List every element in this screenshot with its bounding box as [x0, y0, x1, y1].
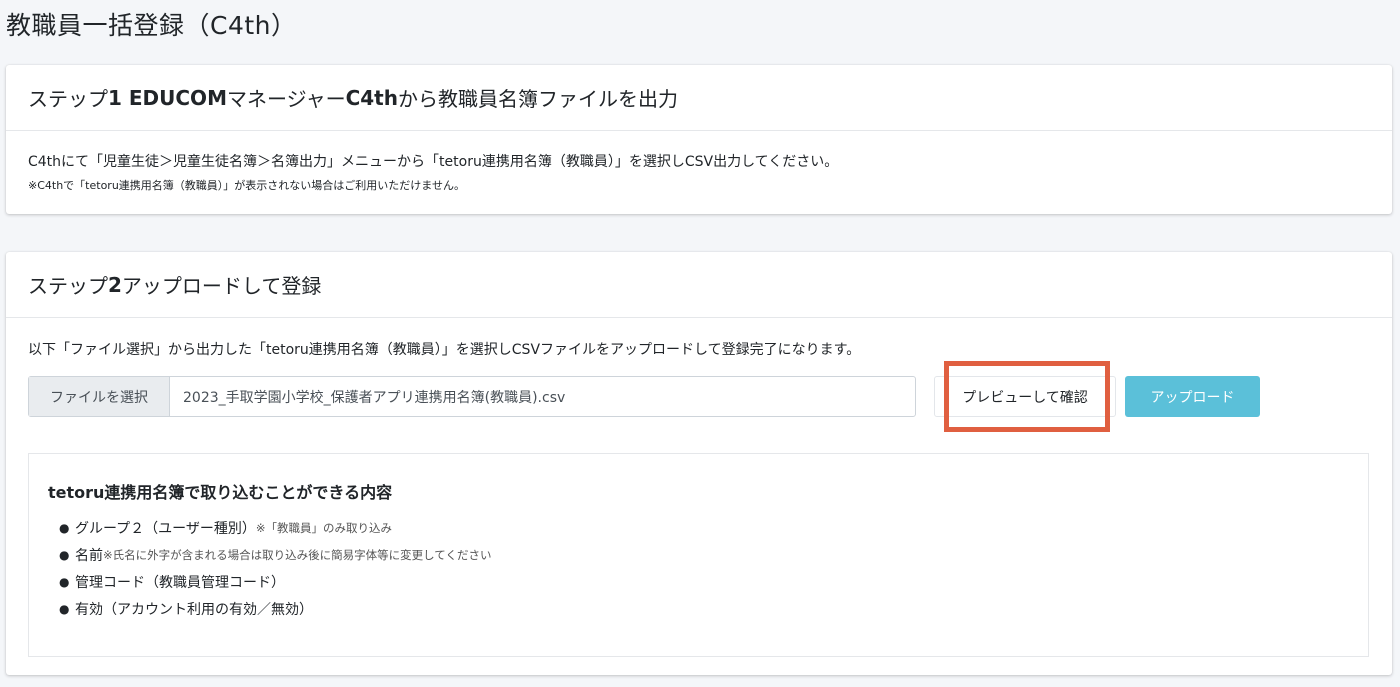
step1-card: ステップ 1 EDUCOM マネージャー C4th から教職員名簿ファイルを出力 C4t… [6, 65, 1392, 214]
bullet-icon: ● [59, 601, 70, 616]
step1-header-suffix: から教職員名簿ファイルを出力 [397, 87, 678, 111]
bullet-icon: ● [59, 574, 70, 589]
step1-note: ※C4thで「tetoru連携用名簿（教職員）」が表示されない場合はご利用いただ… [28, 179, 465, 192]
bullet-icon: ● [59, 547, 70, 562]
step1-header-bold: 1 EDUCOM [108, 85, 227, 110]
info-list: ● グループ２（ユーザー種別） ※「教職員」のみ取り込み ● 名前 ※氏名に外字… [59, 514, 491, 622]
upload-button[interactable]: アップロード [1125, 376, 1260, 417]
step1-header-middle: マネージャー [226, 87, 346, 111]
step2-header-suffix: アップロードして登録 [121, 274, 322, 298]
info-item-valid: ● 有効（アカウント利用の有効／無効） [59, 595, 491, 622]
info-item-code: ● 管理コード（教職員管理コード） [59, 568, 491, 595]
info-item-note: ※氏名に外字が含まれる場合は取り込み後に簡易字体等に変更してください [103, 547, 492, 562]
step2-description: 以下「ファイル選択」から出力した「tetoru連携用名簿（教職員）」を選択しCS… [28, 342, 861, 358]
info-item-main: 有効（アカウント利用の有効／無効） [75, 601, 313, 618]
step2-header-bold: 2 [108, 272, 122, 297]
info-item-group: ● グループ２（ユーザー種別） ※「教職員」のみ取り込み [59, 514, 491, 541]
page-title: 教職員一括登録（C4th） [6, 11, 297, 40]
info-item-name: ● 名前 ※氏名に外字が含まれる場合は取り込み後に簡易字体等に変更してください [59, 541, 491, 568]
selected-file-name: 2023_手取学園小学校_保護者アプリ連携用名簿(教職員).csv [183, 389, 566, 406]
choose-file-button[interactable]: ファイルを選択 [29, 377, 170, 416]
step1-header: ステップ 1 EDUCOM マネージャー C4th から教職員名簿ファイルを出力 [6, 65, 1392, 131]
step1-header-bold2: C4th [345, 85, 398, 110]
info-item-main: 名前 [75, 547, 103, 564]
step1-header-prefix: ステップ [28, 87, 108, 111]
step2-header-prefix: ステップ [28, 274, 108, 298]
file-input-group[interactable]: ファイルを選択 2023_手取学園小学校_保護者アプリ連携用名簿(教職員).cs… [28, 376, 916, 417]
info-box: tetoru連携用名簿で取り込むことができる内容 ● グループ２（ユーザー種別）… [28, 453, 1369, 657]
info-title: tetoru連携用名簿で取り込むことができる内容 [48, 483, 393, 502]
step2-header: ステップ 2 アップロードして登録 [6, 252, 1392, 318]
step1-description: C4thにて「児童生徒＞児童生徒名簿＞名簿出力」メニューから「tetoru連携用… [28, 154, 839, 170]
step2-card: ステップ 2 アップロードして登録 以下「ファイル選択」から出力した「tetoru… [6, 252, 1392, 675]
info-item-note: ※「教職員」のみ取り込み [255, 520, 393, 535]
bullet-icon: ● [59, 520, 70, 535]
info-item-main: グループ２（ユーザー種別） [75, 520, 256, 537]
info-item-main: 管理コード（教職員管理コード） [75, 574, 285, 591]
preview-button[interactable]: プレビューして確認 [934, 376, 1116, 417]
